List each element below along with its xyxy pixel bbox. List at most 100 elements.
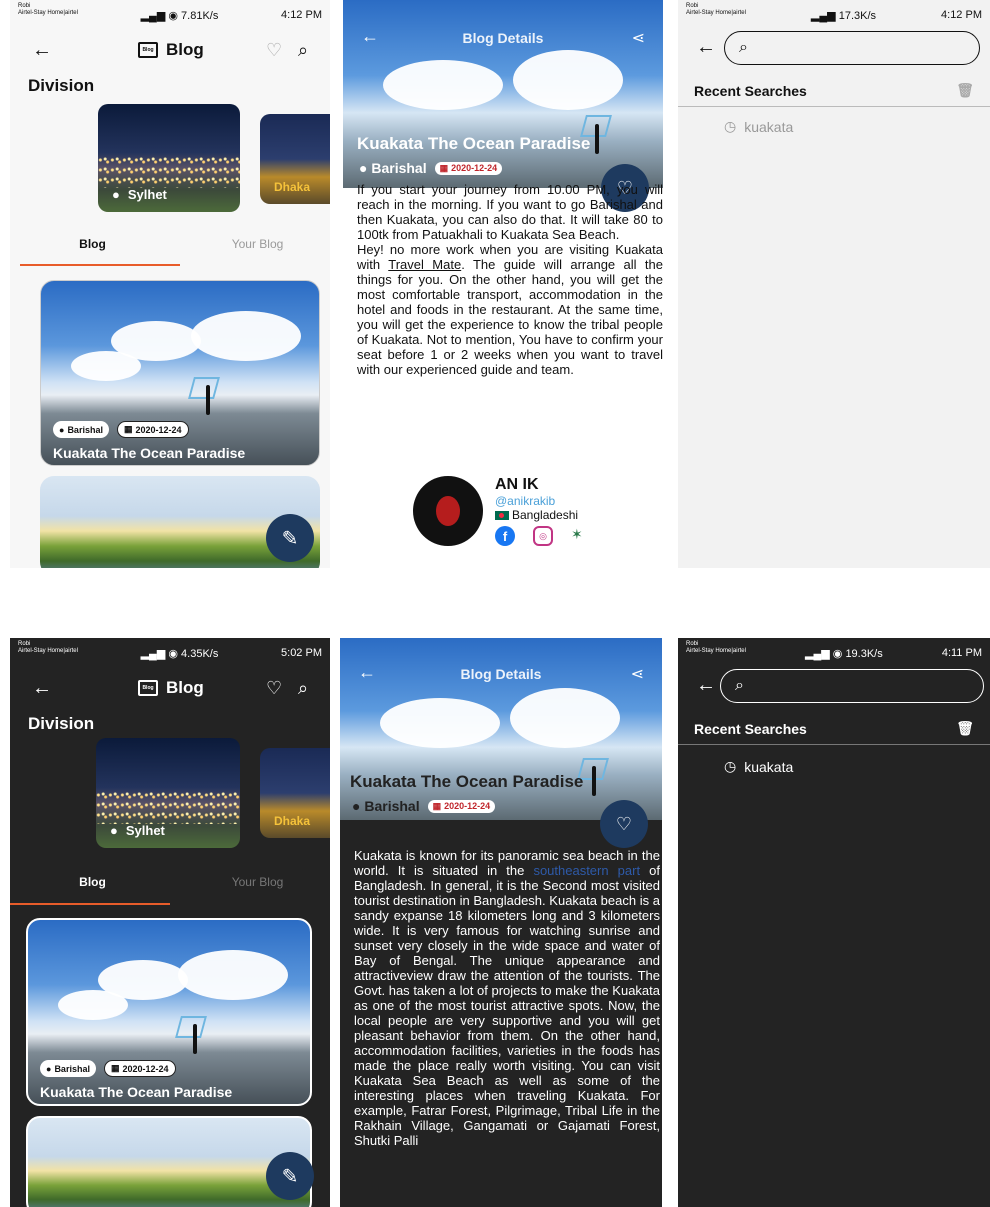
search-screen-dark: Robi Airtel-Stay Home|airtel ▂▄▆ ◉ 19.3K… xyxy=(678,638,990,1207)
location-label: ● Barishal xyxy=(359,160,427,176)
status-bar: Robi Airtel-Stay Home|airtel ▂▄▆ ◉ 4.35K… xyxy=(10,638,330,664)
app-title: Blog Blog xyxy=(138,678,204,698)
heart-icon[interactable]: ♡ xyxy=(266,678,282,699)
edit-fab[interactable]: ✎ xyxy=(266,1152,314,1200)
author-handle[interactable]: @anikrakib xyxy=(495,494,583,508)
location-chip: ● Barishal xyxy=(40,1060,96,1077)
division-card-sylhet[interactable]: ● Sylhet xyxy=(96,738,240,848)
location-row: ● Barishal ▦ 2020-12-24 xyxy=(359,160,503,176)
blog-body: If you start your journey from 10.00 PM,… xyxy=(357,182,663,377)
trash-icon[interactable]: 🗑 xyxy=(956,720,974,737)
blog-details-screen-light: ← Blog Details ⋖ Kuakata The Ocean Parad… xyxy=(343,0,663,568)
status-bar: Robi Airtel-Stay Home|airtel ▂▄▆ 17.3K/s… xyxy=(678,0,990,26)
heart-icon[interactable]: ♡ xyxy=(266,40,282,61)
carrier-text: Robi Airtel-Stay Home|airtel xyxy=(686,641,746,654)
blog-card[interactable]: ● Barishal ▦ 2020-12-24 Kuakata The Ocea… xyxy=(26,918,312,1106)
carrier-text: Robi Airtel-Stay Home|airtel xyxy=(18,641,78,654)
search-icon[interactable]: ⌕ xyxy=(298,678,308,699)
recent-searches-header: Recent Searches 🗑 xyxy=(678,713,990,745)
division-title: Division xyxy=(28,714,95,733)
blog-body: Kuakata is known for its panoramic sea b… xyxy=(354,848,660,1148)
back-arrow-icon[interactable]: ← xyxy=(32,677,52,700)
facebook-icon[interactable]: f xyxy=(495,526,515,546)
carrier-text: Robi Airtel-Stay Home|airtel xyxy=(18,3,78,16)
location-row: ● Barishal ▦ 2020-12-24 xyxy=(352,798,496,814)
division-name: Dhaka xyxy=(274,814,311,828)
favorite-button[interactable]: ♡ xyxy=(600,800,648,848)
social-links: f ◎ ✶ xyxy=(495,526,583,546)
card-title: Kuakata The Ocean Paradise xyxy=(40,1084,233,1100)
tab-indicator xyxy=(20,264,180,266)
screen-header: Blog Details xyxy=(462,30,544,46)
location-pin-icon: ● xyxy=(110,823,118,838)
card-title: Kuakata The Ocean Paradise xyxy=(53,445,246,461)
tab-blog[interactable]: Blog xyxy=(10,222,175,266)
instagram-icon[interactable]: ◎ xyxy=(533,526,553,546)
history-icon: ◷ xyxy=(724,118,737,134)
search-input[interactable]: ⌕ xyxy=(724,31,980,65)
search-input[interactable]: ⌕ xyxy=(720,669,984,703)
network-speed: ▂▄▆ ◉ 4.35K/s xyxy=(140,648,219,660)
recent-searches-header: Recent Searches 🗑 xyxy=(678,75,990,107)
recent-searches-title: Recent Searches xyxy=(694,82,807,99)
trash-icon[interactable]: 🗑 xyxy=(956,82,974,99)
page-title: Blog xyxy=(166,40,204,59)
blog-logo-icon: Blog xyxy=(138,680,158,696)
search-icon[interactable]: ⌕ xyxy=(298,40,308,61)
back-arrow-icon[interactable]: ← xyxy=(696,36,716,59)
map-icon[interactable]: ✶ xyxy=(571,526,583,546)
edit-fab[interactable]: ✎ xyxy=(266,514,314,562)
clock: 4:11 PM xyxy=(941,647,982,659)
tab-bar: Blog Your Blog xyxy=(10,222,330,266)
division-card-dhaka[interactable]: Dhaka xyxy=(260,114,330,204)
share-icon[interactable]: ⋖ xyxy=(632,28,645,48)
network-speed: ▂▄▆ ◉ 7.81K/s xyxy=(140,10,219,22)
blog-logo-icon: Blog xyxy=(138,42,158,58)
back-arrow-icon[interactable]: ← xyxy=(696,674,716,697)
app-bar: ← Blog Blog ♡ ⌕ xyxy=(10,668,330,708)
bangladesh-flag-icon xyxy=(495,511,509,521)
blog-title: Kuakata The Ocean Paradise xyxy=(350,772,584,791)
date-chip: ▦ 2020-12-24 xyxy=(116,421,189,438)
search-screen-light: Robi Airtel-Stay Home|airtel ▂▄▆ 17.3K/s… xyxy=(678,0,990,568)
division-name: Dhaka xyxy=(274,180,311,194)
search-icon: ⌕ xyxy=(735,677,744,694)
date-chip: ▦ 2020-12-24 xyxy=(427,799,496,813)
carrier-text: Robi Airtel-Stay Home|airtel xyxy=(686,3,746,16)
clock: 4:12 PM xyxy=(281,9,322,21)
division-name: Sylhet xyxy=(127,187,167,202)
heart-icon: ♡ xyxy=(615,813,633,834)
recent-searches-title: Recent Searches xyxy=(694,720,807,737)
home-screen-light: Robi Airtel-Stay Home|airtel ▂▄▆ ◉ 7.81K… xyxy=(10,0,330,568)
pencil-icon: ✎ xyxy=(281,527,299,550)
network-speed: ▂▄▆ 17.3K/s xyxy=(810,10,877,22)
network-speed: ▂▄▆ ◉ 19.3K/s xyxy=(805,648,883,660)
tab-your-blog[interactable]: Your Blog xyxy=(175,222,330,266)
travel-mate-link[interactable]: Travel Mate xyxy=(388,257,461,272)
blog-card[interactable] xyxy=(26,1116,312,1207)
share-icon[interactable]: ⋖ xyxy=(631,664,644,684)
clock: 5:02 PM xyxy=(281,647,322,659)
blog-card[interactable]: ● Barishal ▦ 2020-12-24 Kuakata The Ocea… xyxy=(40,280,320,466)
recent-search-item[interactable]: ◷ kuakata xyxy=(724,758,793,775)
recent-search-item[interactable]: ◷ kuakata xyxy=(724,118,793,135)
blog-details-screen-dark: ← Blog Details ⋖ Kuakata The Ocean Parad… xyxy=(340,638,662,1207)
app-title: Blog Blog xyxy=(138,40,204,60)
app-bar: ← Blog Blog ♡ ⌕ xyxy=(10,30,330,70)
division-card-sylhet[interactable]: ● Sylhet xyxy=(98,104,240,212)
tab-blog[interactable]: Blog xyxy=(10,860,175,904)
tab-your-blog[interactable]: Your Blog xyxy=(175,860,330,904)
location-chip: ● Barishal xyxy=(53,421,109,438)
clock: 4:12 PM xyxy=(941,9,982,21)
tab-bar: Blog Your Blog xyxy=(10,860,330,904)
pencil-icon: ✎ xyxy=(281,1165,299,1188)
home-screen-dark: Robi Airtel-Stay Home|airtel ▂▄▆ ◉ 4.35K… xyxy=(10,638,330,1207)
southeastern-part-link[interactable]: southeastern part xyxy=(533,863,640,878)
search-icon: ⌕ xyxy=(739,39,748,56)
division-card-dhaka[interactable]: Dhaka xyxy=(260,748,330,838)
date-chip: ▦ 2020-12-24 xyxy=(434,161,503,175)
spider-icon xyxy=(436,496,460,526)
back-arrow-icon[interactable]: ← xyxy=(32,39,52,62)
division-title: Division xyxy=(28,76,95,95)
screen-header: Blog Details xyxy=(460,666,542,682)
